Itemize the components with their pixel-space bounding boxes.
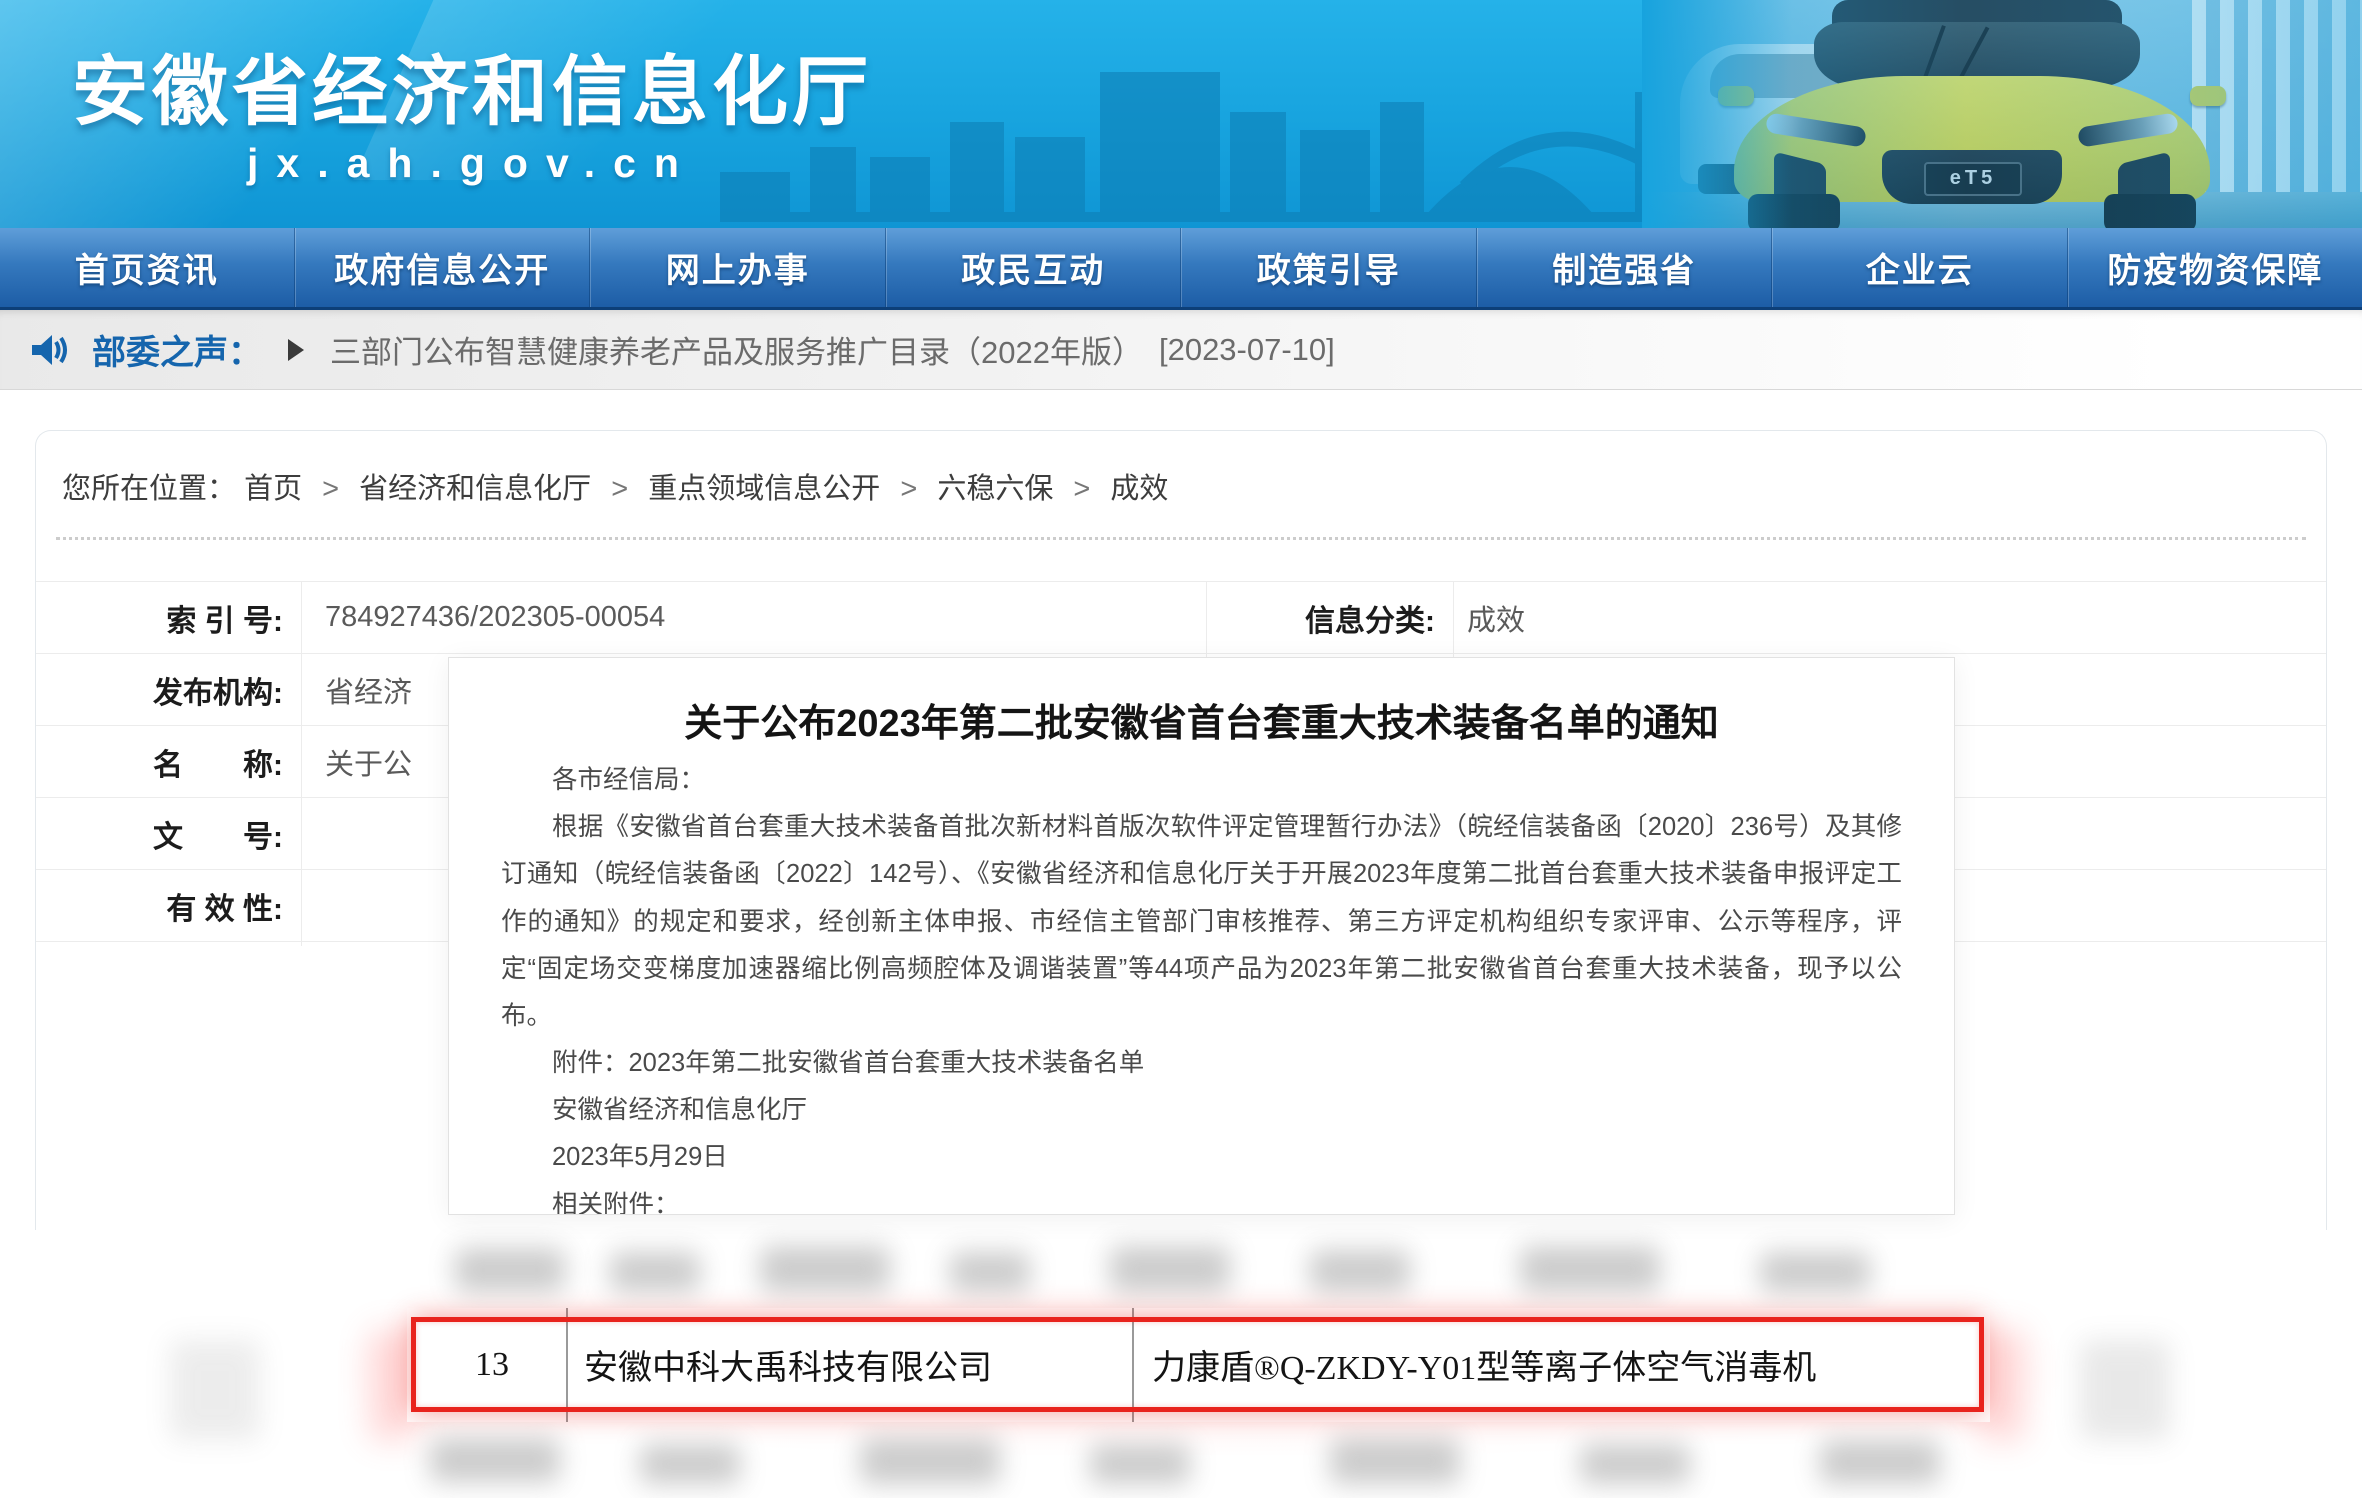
nav-item-policy-guidance[interactable]: 政策引导: [1181, 228, 1477, 307]
notice-title: 关于公布2023年第二批安徽省首台套重大技术装备名单的通知: [489, 692, 1914, 747]
breadcrumb-separator: >: [322, 473, 339, 505]
meta-value-category: 成效: [1453, 597, 2326, 639]
notice-issuer: 安徽省经济和信息化厅: [501, 1087, 1902, 1134]
meta-label-index: 索 引 号:: [36, 596, 301, 640]
breadcrumb-separator: >: [900, 473, 917, 505]
site-url: jx.ah.gov.cn: [32, 140, 912, 187]
blurred-text-row: [760, 1246, 890, 1292]
blurred-text-row: [640, 1444, 740, 1484]
blurred-text-row: [455, 1248, 565, 1292]
site-title: 安徽省经济和信息化厅: [32, 30, 912, 140]
factory-photo: eT5: [1642, 0, 2362, 228]
blurred-text-row: [1820, 1440, 1940, 1484]
main-nav: 首页资讯 政府信息公开 网上办事 政民互动 政策引导 制造强省 企业云 防疫物资…: [0, 228, 2362, 310]
blurred-text-row: [860, 1438, 1000, 1484]
breadcrumb-link-key-info[interactable]: 重点领域信息公开: [648, 473, 880, 505]
breadcrumb: 您所在位置： 首页 > 省经济和信息化厅 > 重点领域信息公开 > 六稳六保 >…: [62, 465, 2300, 507]
notice-document: 关于公布2023年第二批安徽省首台套重大技术装备名单的通知 各市经信局： 根据《…: [448, 657, 1955, 1215]
blurred-text-row: [1760, 1252, 1870, 1292]
nav-item-enterprise-cloud[interactable]: 企业云: [1772, 228, 2068, 307]
excel-row-screenshot: 13 安徽中科大禹科技有限公司 力康盾®Q-ZKDY-Y01型等离子体空气消毒机: [407, 1308, 1990, 1422]
photo-fade: [1642, 0, 1792, 228]
blurred-column: [170, 1340, 260, 1440]
breadcrumb-link-department[interactable]: 省经济和信息化厅: [359, 473, 591, 505]
red-highlight-box: 13 安徽中科大禹科技有限公司 力康盾®Q-ZKDY-Y01型等离子体空气消毒机: [411, 1317, 1984, 1412]
nav-item-epidemic-supplies[interactable]: 防疫物资保障: [2068, 228, 2362, 307]
ticker-news-link[interactable]: 三部门公布智慧健康养老产品及服务推广目录（2022年版）: [330, 327, 1143, 372]
table-divider: [301, 582, 302, 946]
product-cell: 力康盾®Q-ZKDY-Y01型等离子体空气消毒机: [1134, 1340, 1979, 1389]
blurred-text-row: [1310, 1250, 1410, 1292]
blurred-text-row: [610, 1252, 700, 1292]
blurred-column: [2080, 1340, 2170, 1440]
related-attachments-label: 相关附件：: [501, 1182, 1902, 1215]
nav-item-gov-info[interactable]: 政府信息公开: [295, 228, 591, 307]
breadcrumb-link-results[interactable]: 成效: [1110, 473, 1168, 505]
nav-item-manufacturing[interactable]: 制造强省: [1477, 228, 1773, 307]
table-row: 索 引 号: 784927436/202305-00054 信息分类: 成效: [36, 582, 2326, 654]
speaker-icon: [30, 332, 70, 368]
breadcrumb-separator: >: [611, 473, 628, 505]
meta-label-validity: 有 效 性:: [36, 884, 301, 928]
site-banner: eT5 安徽省经济和信息化厅 jx.ah.gov.cn: [0, 0, 2362, 228]
nav-item-home-news[interactable]: 首页资讯: [0, 228, 295, 307]
dotted-divider: [56, 537, 2306, 540]
blurred-text-row: [430, 1438, 560, 1482]
nav-item-public-interaction[interactable]: 政民互动: [886, 228, 1182, 307]
notice-salutation: 各市经信局：: [501, 757, 1902, 804]
meta-label-agency: 发布机构:: [36, 668, 301, 712]
nav-item-online-services[interactable]: 网上办事: [590, 228, 886, 307]
breadcrumb-prefix: 您所在位置：: [62, 473, 236, 505]
breadcrumb-separator: >: [1073, 473, 1090, 505]
blurred-text-row: [1090, 1444, 1190, 1484]
blurred-text-row: [950, 1252, 1030, 1292]
notice-attachment-line: 附件：2023年第二批安徽省首台套重大技术装备名单: [501, 1040, 1902, 1087]
blurred-text-row: [1330, 1438, 1460, 1484]
ticker-label: 部委之声：: [92, 325, 262, 374]
blurred-text-row: [1580, 1444, 1690, 1484]
news-ticker: 部委之声： 三部门公布智慧健康养老产品及服务推广目录（2022年版） [2023…: [0, 310, 2362, 390]
blurred-text-row: [1520, 1246, 1660, 1292]
row-index-cell: 13: [416, 1346, 568, 1384]
company-cell: 安徽中科大禹科技有限公司: [568, 1340, 1134, 1389]
notice-date: 2023年5月29日: [501, 1134, 1902, 1181]
meta-label-category: 信息分类:: [1206, 596, 1453, 640]
blurred-text-row: [1110, 1246, 1230, 1292]
breadcrumb-link-home[interactable]: 首页: [244, 473, 302, 505]
ticker-news-date: [2023-07-10]: [1159, 332, 1335, 368]
meta-label-doc-number: 文 号:: [36, 812, 301, 856]
notice-paragraph: 根据《安徽省首台套重大技术装备首批次新材料首版次软件评定管理暂行办法》（皖经信装…: [501, 804, 1902, 1040]
meta-label-name: 名 称:: [36, 740, 301, 784]
next-arrow-icon[interactable]: [288, 339, 304, 361]
meta-value-index: 784927436/202305-00054: [301, 601, 1206, 634]
notice-body: 各市经信局： 根据《安徽省首台套重大技术装备首批次新材料首版次软件评定管理暂行办…: [501, 757, 1902, 1215]
breadcrumb-link-liuwen[interactable]: 六稳六保: [937, 473, 1053, 505]
